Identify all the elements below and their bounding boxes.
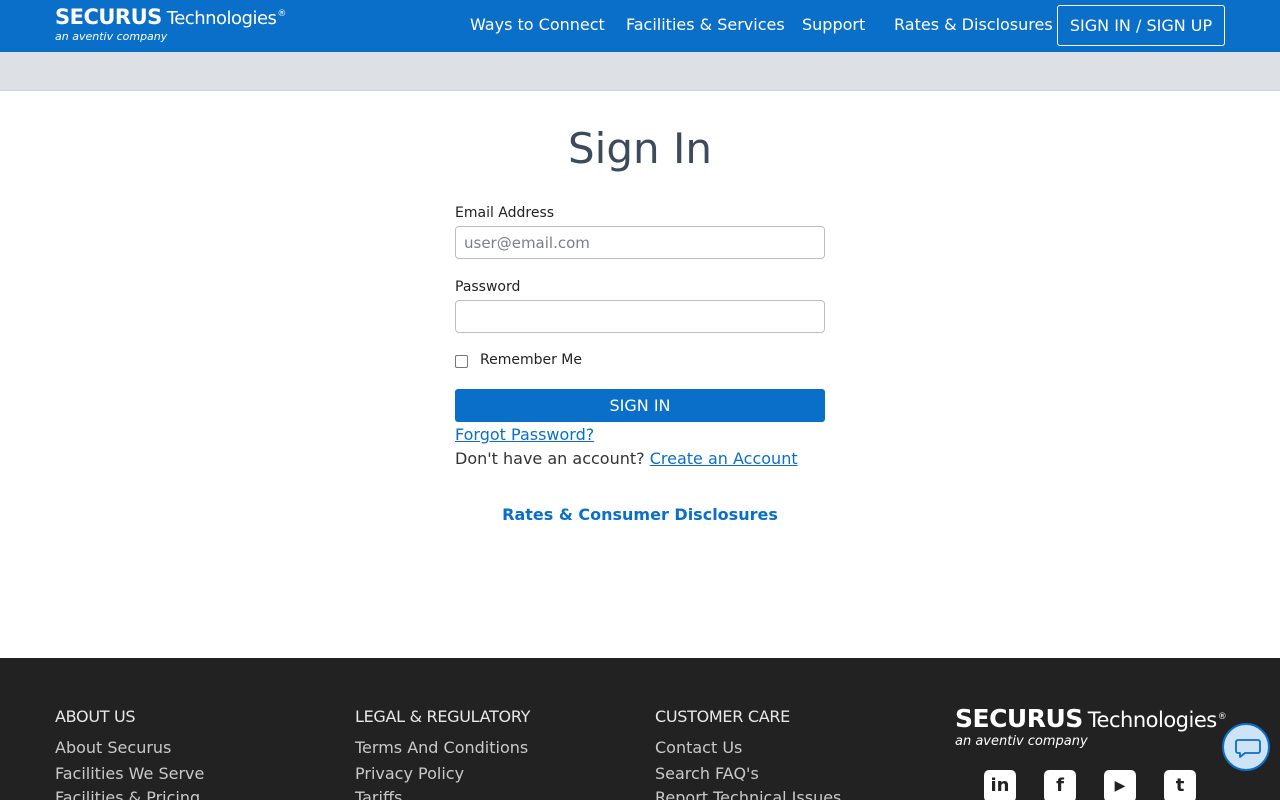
nav-rates-disclosures[interactable]: Rates & Disclosures — [894, 0, 1053, 52]
email-field[interactable] — [455, 226, 825, 259]
rates-disclosures-row: Rates & Consumer Disclosures — [0, 505, 1280, 524]
footer-care-title: CUSTOMER CARE — [655, 707, 790, 726]
footer-link-tariffs[interactable]: Tariffs — [355, 788, 402, 800]
footer-legal-title: LEGAL & REGULATORY — [355, 707, 531, 726]
facebook-icon[interactable]: f — [1044, 770, 1076, 800]
chat-bubble-icon — [1235, 739, 1261, 758]
footer-link-contact-us[interactable]: Contact Us — [655, 738, 742, 757]
footer-about-title: ABOUT US — [55, 707, 136, 726]
footer-link-facilities-we-serve[interactable]: Facilities We Serve — [55, 764, 204, 783]
site-footer: ABOUT US About Securus Facilities We Ser… — [0, 658, 1280, 800]
sign-in-sign-up-button[interactable]: SIGN IN / SIGN UP — [1057, 5, 1225, 46]
email-label: Email Address — [455, 205, 555, 221]
footer-logo-subtitle: an aventiv company — [955, 734, 1088, 749]
nav-support[interactable]: Support — [802, 0, 865, 52]
footer-link-facilities-pricing[interactable]: Facilities & Pricing — [55, 788, 200, 800]
footer-logo-brand: SECURUS — [955, 704, 1083, 733]
site-header: SECURUS Technologies ® an aventiv compan… — [0, 0, 1280, 52]
page-title: Sign In — [568, 124, 712, 173]
twitter-icon[interactable]: t — [1164, 770, 1196, 800]
no-account-row: Don't have an account? Create an Account — [455, 449, 798, 468]
remember-me-checkbox[interactable] — [455, 355, 468, 368]
no-account-text: Don't have an account? — [455, 449, 645, 468]
footer-link-report-issues[interactable]: Report Technical Issues — [655, 788, 841, 800]
chat-icon[interactable] — [1222, 723, 1270, 771]
footer-link-privacy[interactable]: Privacy Policy — [355, 764, 464, 783]
footer-securus-logo: SECURUS Technologies ® an aventiv compan… — [955, 704, 1227, 749]
password-field[interactable] — [455, 300, 825, 333]
sign-in-button[interactable]: SIGN IN — [455, 389, 825, 422]
nav-ways-to-connect[interactable]: Ways to Connect — [470, 0, 605, 52]
linkedin-icon[interactable]: in — [984, 770, 1016, 800]
forgot-password-link[interactable]: Forgot Password? — [455, 425, 594, 444]
remember-me-label[interactable]: Remember Me — [480, 352, 582, 368]
securus-logo[interactable]: SECURUS Technologies ® an aventiv compan… — [55, 5, 286, 43]
logo-brand: SECURUS — [55, 5, 162, 29]
footer-link-about-securus[interactable]: About Securus — [55, 738, 171, 757]
rates-disclosures-link[interactable]: Rates & Consumer Disclosures — [502, 505, 778, 524]
footer-link-search-faqs[interactable]: Search FAQ's — [655, 764, 759, 783]
logo-subtitle: an aventiv company — [55, 30, 168, 43]
password-label: Password — [455, 279, 521, 295]
subheader-bar — [0, 52, 1280, 91]
footer-logo-tech: Technologies — [1087, 708, 1217, 732]
create-account-link[interactable]: Create an Account — [650, 449, 798, 468]
footer-logo-reg: ® — [1217, 712, 1227, 722]
logo-tech: Technologies — [166, 8, 277, 29]
logo-reg: ® — [277, 9, 287, 19]
youtube-icon[interactable]: ▶ — [1104, 770, 1136, 800]
footer-link-terms[interactable]: Terms And Conditions — [355, 738, 528, 757]
nav-facilities-services[interactable]: Facilities & Services — [626, 0, 785, 52]
